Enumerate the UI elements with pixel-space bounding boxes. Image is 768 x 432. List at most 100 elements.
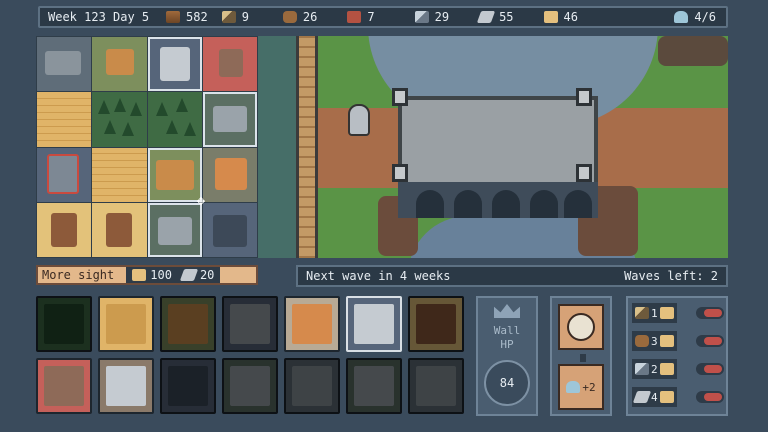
windmill-icon bbox=[106, 212, 133, 247]
selected-action-bar[interactable]: More sight 100 20 bbox=[36, 265, 258, 285]
build-quarry-card[interactable] bbox=[284, 358, 340, 414]
plank-icon bbox=[659, 335, 674, 347]
upgrade-row[interactable]: 3 bbox=[632, 330, 724, 352]
scout-ability-button[interactable] bbox=[558, 304, 604, 350]
wooden-dock bbox=[296, 36, 318, 258]
stone-icon bbox=[632, 391, 652, 403]
bridge-arch bbox=[492, 190, 520, 218]
smelter-icon bbox=[44, 366, 84, 406]
resource-iron: 29 bbox=[414, 10, 449, 24]
population-count: 4/6 bbox=[694, 10, 716, 24]
ability-divider bbox=[580, 354, 586, 362]
mine-icon bbox=[157, 216, 192, 245]
tile-sawmill[interactable] bbox=[202, 92, 257, 147]
build-windmill-card[interactable] bbox=[408, 296, 464, 352]
tile-tower[interactable] bbox=[147, 37, 202, 92]
watchtower-icon bbox=[47, 153, 79, 194]
build-forge-card[interactable] bbox=[284, 296, 340, 352]
upgrade-row[interactable]: 4 bbox=[632, 386, 724, 408]
upgrade-level: 4 bbox=[651, 390, 658, 404]
quarry-icon bbox=[292, 366, 332, 406]
forest-icon bbox=[44, 304, 84, 344]
tile-windmill[interactable] bbox=[92, 202, 147, 257]
tent-icon bbox=[106, 49, 135, 75]
upgrade-toggle[interactable] bbox=[696, 335, 724, 347]
upgrade-toggle[interactable] bbox=[696, 363, 724, 375]
hammer-icon bbox=[221, 11, 236, 23]
bridge-arch bbox=[416, 190, 444, 218]
tile-field[interactable] bbox=[92, 147, 147, 202]
tree-icon bbox=[104, 120, 117, 135]
upgrade-row[interactable]: 2 bbox=[632, 358, 724, 380]
mine-icon bbox=[106, 366, 146, 406]
worker-icon bbox=[566, 381, 581, 393]
bridge-pillar bbox=[392, 88, 408, 106]
workshop-icon bbox=[416, 366, 456, 406]
bridge-arch bbox=[564, 190, 592, 218]
tree-icon bbox=[114, 98, 127, 113]
build-house-card[interactable] bbox=[222, 358, 278, 414]
move-cursor-icon: ✥ bbox=[196, 193, 206, 209]
tile-windmill[interactable] bbox=[37, 202, 92, 257]
quarry-icon bbox=[45, 51, 81, 75]
barrel-icon bbox=[282, 11, 297, 23]
upgrade-toggle[interactable] bbox=[696, 391, 724, 403]
tile-watchtower[interactable] bbox=[37, 147, 92, 202]
week-day-label: Week 123 Day 5 bbox=[48, 10, 150, 24]
resource-population: 4/6 bbox=[674, 10, 716, 24]
upgrade-row[interactable]: 1 bbox=[632, 302, 724, 324]
building-palette bbox=[36, 296, 464, 416]
stone-icon bbox=[476, 11, 496, 23]
resource-wood: 582 bbox=[166, 10, 208, 24]
pickaxe-icon bbox=[635, 363, 649, 375]
tile-smelter[interactable] bbox=[202, 37, 257, 92]
forge-icon bbox=[214, 157, 247, 190]
planks-count: 46 bbox=[563, 10, 578, 24]
hammer-icon bbox=[635, 307, 649, 319]
build-tower-card[interactable] bbox=[346, 296, 402, 352]
wood-count: 582 bbox=[186, 10, 208, 24]
build-forest-card[interactable] bbox=[36, 296, 92, 352]
tile-church[interactable] bbox=[202, 202, 257, 257]
wave-status-bar: Next wave in 4 weeks Waves left: 2 bbox=[296, 265, 728, 287]
upgrade-toggle[interactable] bbox=[696, 307, 724, 319]
bridge-pillar bbox=[392, 164, 408, 182]
plank-icon bbox=[132, 269, 147, 281]
tile-forge[interactable] bbox=[202, 147, 257, 202]
tile-forest[interactable] bbox=[147, 92, 202, 147]
plank-icon bbox=[659, 363, 674, 375]
build-field-card[interactable] bbox=[98, 296, 154, 352]
tower-icon bbox=[354, 304, 394, 344]
build-barracks-card[interactable] bbox=[222, 296, 278, 352]
upgrade-panel: 1 3 2 4 bbox=[626, 296, 728, 416]
upgrade-level: 1 bbox=[651, 306, 658, 320]
bridge-pillar bbox=[576, 88, 592, 106]
cliff-rock bbox=[658, 36, 728, 66]
build-workshop-card[interactable] bbox=[408, 358, 464, 414]
build-sawmill-card[interactable] bbox=[346, 358, 402, 414]
tile-mine[interactable] bbox=[147, 202, 202, 257]
ability-panel: +2 bbox=[550, 296, 612, 416]
tile-camp[interactable] bbox=[92, 37, 147, 92]
build-mine-card[interactable] bbox=[98, 358, 154, 414]
brick-icon bbox=[347, 11, 362, 23]
food-count: 26 bbox=[302, 10, 318, 24]
tile-field[interactable] bbox=[37, 92, 92, 147]
tile-forest[interactable] bbox=[92, 92, 147, 147]
building-grid bbox=[36, 36, 258, 258]
bridge-arch bbox=[454, 190, 482, 218]
plank-icon bbox=[659, 391, 674, 403]
worker-bonus-button[interactable]: +2 bbox=[558, 364, 604, 410]
tree-icon bbox=[98, 100, 111, 115]
upgrade-level: 2 bbox=[651, 362, 658, 376]
build-church-card[interactable] bbox=[160, 358, 216, 414]
tile-quarry[interactable] bbox=[37, 37, 92, 92]
knight-unit[interactable] bbox=[348, 104, 370, 136]
build-smelter-card[interactable] bbox=[36, 358, 92, 414]
build-camp-card[interactable] bbox=[160, 296, 216, 352]
resource-stone: 55 bbox=[476, 10, 514, 24]
resource-planks: 46 bbox=[543, 10, 578, 24]
tree-icon bbox=[165, 120, 178, 135]
map-view[interactable] bbox=[258, 36, 728, 258]
upgrade-level: 3 bbox=[651, 334, 658, 348]
